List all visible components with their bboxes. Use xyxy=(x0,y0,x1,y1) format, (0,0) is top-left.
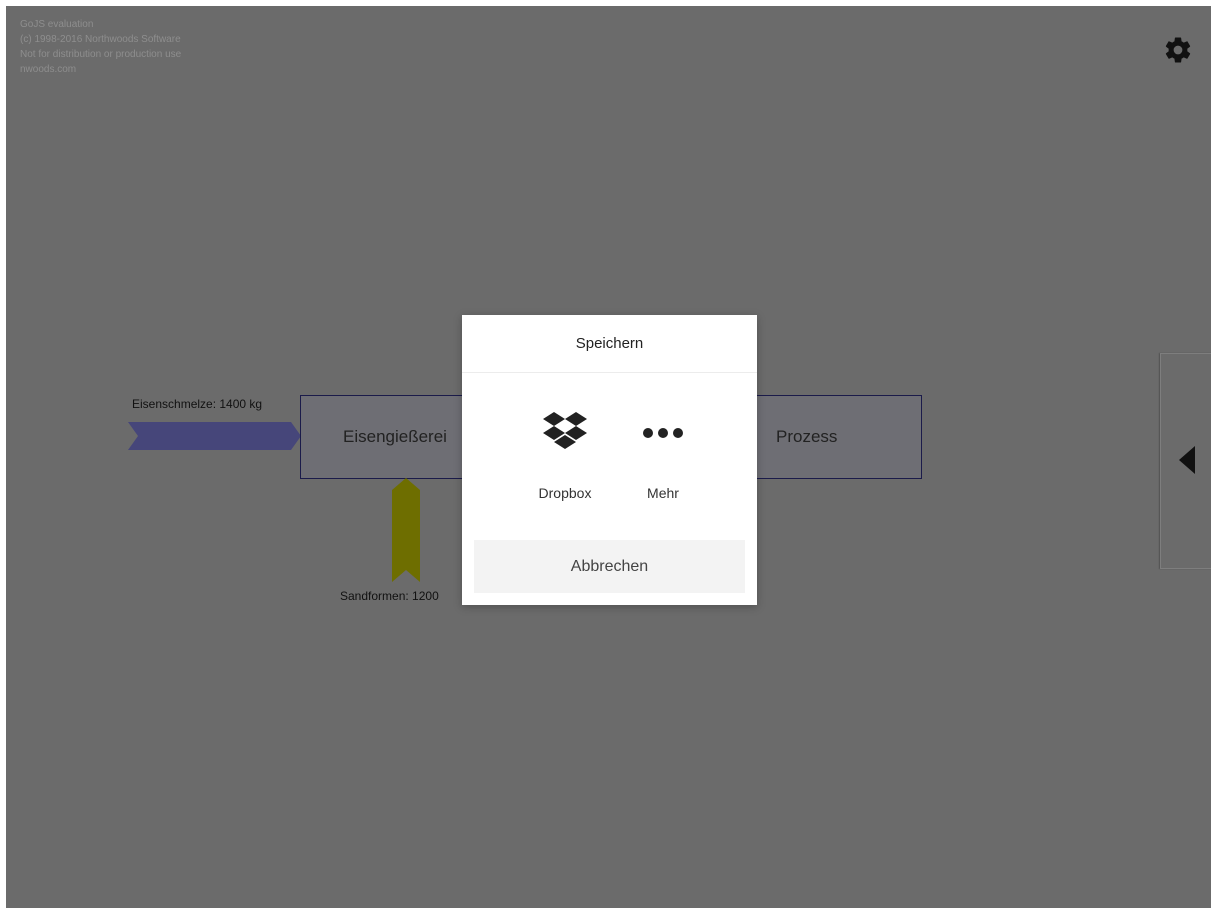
more-label: Mehr xyxy=(647,485,679,501)
gear-icon xyxy=(1165,37,1191,63)
watermark-line: Not for distribution or production use xyxy=(20,49,182,60)
watermark-line: GoJS evaluation xyxy=(20,19,94,30)
node-label-eisengiesserei: Eisengießerei xyxy=(343,427,447,446)
dropbox-label: Dropbox xyxy=(538,485,592,501)
node-label-prozess: Prozess xyxy=(776,427,838,446)
watermark-line: (c) 1998-2016 Northwoods Software xyxy=(20,34,181,45)
settings-button[interactable] xyxy=(1163,35,1193,65)
app-screen: GoJS evaluation (c) 1998-2016 Northwoods… xyxy=(6,6,1211,908)
cancel-button[interactable]: Abbrechen xyxy=(474,540,745,593)
link-label-sandformen: Sandformen: 1200 xyxy=(340,589,439,603)
dropbox-icon xyxy=(543,412,587,449)
triangle-left-icon xyxy=(1179,446,1195,474)
dialog-title: Speichern xyxy=(462,315,757,373)
save-option-more[interactable]: Mehr xyxy=(623,373,703,513)
gojs-watermark: GoJS evaluation (c) 1998-2016 Northwoods… xyxy=(20,17,181,77)
save-dialog: Speichern Dropbox Mehr Abbrechen xyxy=(462,315,757,605)
save-options: Dropbox Mehr xyxy=(462,373,757,538)
watermark-line: nwoods.com xyxy=(20,64,77,75)
more-dots-icon xyxy=(643,428,683,438)
link-eisenschmelze[interactable] xyxy=(128,422,303,452)
link-label-eisenschmelze: Eisenschmelze: 1400 kg xyxy=(132,397,263,411)
side-panel-toggle[interactable] xyxy=(1160,353,1211,569)
link-sandformen[interactable] xyxy=(392,478,422,584)
save-option-dropbox[interactable]: Dropbox xyxy=(525,373,605,513)
